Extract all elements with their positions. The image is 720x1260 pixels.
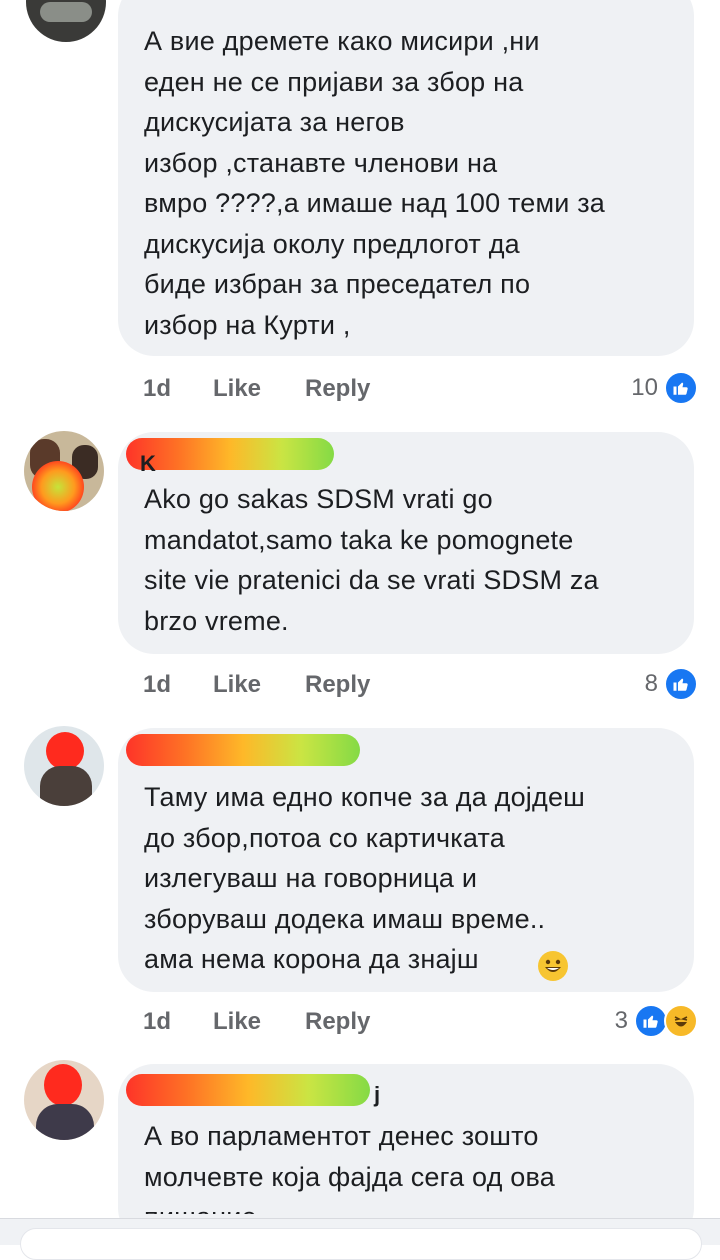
- comment-text: А во парламентот денес зошто молчевте ко…: [144, 1121, 555, 1214]
- like-button[interactable]: Like: [213, 671, 305, 699]
- commenter-avatar[interactable]: [24, 1060, 104, 1140]
- redacted-author-name[interactable]: [126, 438, 334, 470]
- comment-time[interactable]: 1d: [143, 671, 213, 699]
- reaction-count: 10: [631, 374, 658, 401]
- commenter-avatar[interactable]: [24, 431, 104, 511]
- comment-text: А вие дремете како мисири ,ни еден не се…: [144, 26, 606, 340]
- grinning-face-emoji-icon: [538, 951, 568, 981]
- redacted-author-name[interactable]: [126, 734, 360, 766]
- like-icon: [634, 1004, 668, 1038]
- like-icon: [664, 667, 698, 701]
- comment-text: Таму има едно копче за да дојдеш до збор…: [144, 782, 586, 974]
- comment-time[interactable]: 1d: [143, 1008, 213, 1036]
- reply-button[interactable]: Reply: [305, 671, 370, 699]
- commenter-avatar[interactable]: [24, 726, 104, 806]
- reaction-count: 8: [644, 670, 658, 697]
- author-name-fragment: K: [140, 451, 156, 476]
- reply-button[interactable]: Reply: [305, 375, 370, 403]
- like-button[interactable]: Like: [213, 1008, 305, 1036]
- haha-icon: [664, 1004, 698, 1038]
- reaction-summary[interactable]: 8: [645, 664, 698, 704]
- like-button[interactable]: Like: [213, 375, 305, 403]
- comment-time[interactable]: 1d: [143, 375, 213, 403]
- reply-button[interactable]: Reply: [305, 1008, 370, 1036]
- comment-input[interactable]: [20, 1228, 702, 1260]
- redacted-author-name[interactable]: [126, 1074, 370, 1106]
- reaction-summary[interactable]: 10: [631, 368, 698, 408]
- author-name-fragment: j: [374, 1082, 381, 1107]
- commenter-avatar[interactable]: [26, 0, 106, 42]
- comment-actions: 1d Like Reply: [143, 665, 370, 705]
- comment-actions: 1d Like Reply: [143, 369, 370, 409]
- reaction-summary[interactable]: 3: [615, 1001, 698, 1041]
- comment-text: Ako go sakas SDSM vrati go mandatot,samo…: [144, 484, 599, 636]
- comment-actions: 1d Like Reply: [143, 1002, 370, 1042]
- like-icon: [664, 371, 698, 405]
- reaction-count: 3: [614, 1007, 628, 1034]
